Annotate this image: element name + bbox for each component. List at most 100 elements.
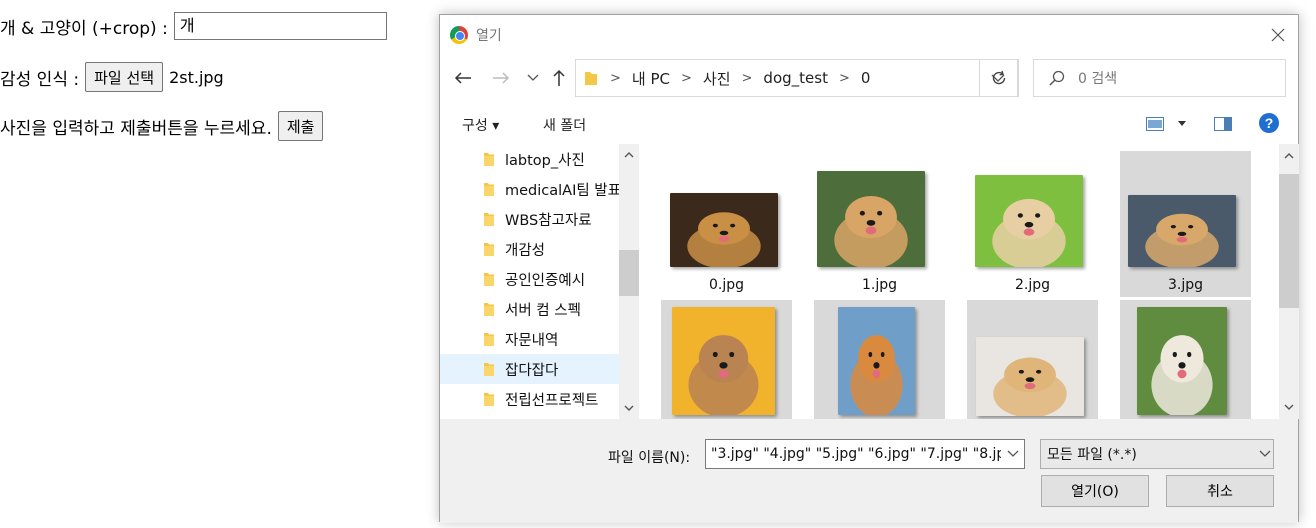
folder-icon	[484, 152, 494, 166]
scroll-down-icon[interactable]	[1283, 401, 1295, 413]
sidebar-item-label: 자문내역	[505, 332, 559, 349]
file-type-value: 모든 파일 (*.*)	[1047, 447, 1137, 463]
search-icon	[1049, 70, 1065, 86]
file-tile[interactable]: 3.jpg	[1120, 151, 1251, 297]
sidebar-item-label: 공인인증예시	[505, 272, 586, 289]
sidebar-item-label: 개감성	[505, 242, 546, 259]
sidebar-item[interactable]: WBS참고자료	[440, 204, 619, 234]
sidebar-item[interactable]: 전립선프로젝트	[440, 384, 619, 414]
emotion-row: 감성 인식 : 파일 선택 2st.jpg	[0, 62, 224, 92]
file-list: 0.jpg 1.jpg 2.jpg 3.jpg 4.jpg5.jpg6.jpg7.jpg	[639, 144, 1279, 419]
instruction-text: 사진을 입력하고 제출버튼을 누르세요.	[0, 118, 272, 139]
file-name-value: "3.jpg" "4.jpg" "5.jpg" "6.jpg" "7.jpg" …	[711, 446, 1001, 462]
dog-photo-thumbnail	[976, 337, 1084, 416]
sidebar-item-label: 전립선프로젝트	[505, 392, 599, 409]
file-name-label: 2.jpg	[1014, 277, 1051, 293]
sidebar-item[interactable]: labtop_사진	[440, 144, 619, 174]
file-tile[interactable]: 2.jpg	[967, 151, 1098, 297]
file-tile[interactable]: 0.jpg	[661, 151, 792, 297]
file-name-label: 파일 이름(N):	[608, 450, 691, 466]
breadcrumb-this-pc[interactable]: 내 PC	[632, 68, 670, 89]
breadcrumb-pictures[interactable]: 사진	[703, 68, 731, 89]
up-button[interactable]	[546, 65, 572, 91]
scroll-up-icon[interactable]	[1283, 150, 1295, 162]
file-name-input[interactable]: "3.jpg" "4.jpg" "5.jpg" "6.jpg" "7.jpg" …	[705, 439, 1025, 469]
dog-cat-label: 개 & 고양이 (+crop) :	[0, 18, 168, 39]
folder-icon	[484, 392, 494, 406]
forward-button[interactable]	[488, 65, 514, 91]
scrollbar-thumb[interactable]	[1279, 174, 1299, 308]
file-tile[interactable]: 5.jpg	[814, 300, 945, 419]
cancel-button[interactable]: 취소	[1166, 475, 1274, 507]
chevron-down-icon	[1259, 450, 1271, 457]
preview-pane-icon[interactable]	[1214, 117, 1232, 131]
file-tile[interactable]: 1.jpg	[814, 151, 945, 297]
back-button[interactable]	[450, 65, 476, 91]
folder-icon	[484, 272, 494, 286]
view-dropdown-icon[interactable]	[1178, 121, 1186, 127]
scroll-up-icon[interactable]	[623, 149, 635, 161]
refresh-button[interactable]	[979, 59, 1019, 97]
dialog-title: 열기	[476, 28, 502, 44]
sidebar-item[interactable]: medicalAI팀 발표	[440, 174, 619, 204]
folder-icon	[484, 332, 494, 346]
sidebar-item[interactable]: 잡다잡다	[440, 354, 619, 384]
file-name-label: 0.jpg	[708, 277, 745, 293]
address-bar[interactable]: > 내 PC > 사진 > dog_test > 0	[575, 59, 1018, 97]
sidebar-item-label: medicalAI팀 발표	[505, 182, 619, 199]
folder-icon	[484, 302, 494, 316]
open-button[interactable]: 열기(O)	[1041, 475, 1149, 507]
file-type-select[interactable]: 모든 파일 (*.*)	[1040, 439, 1274, 469]
refresh-icon	[992, 70, 1006, 85]
sidebar-item-label: 서버 컴 스펙	[505, 302, 581, 319]
scroll-down-icon[interactable]	[623, 402, 635, 414]
sidebar-item[interactable]: 공인인증예시	[440, 264, 619, 294]
folder-icon	[484, 242, 494, 256]
close-icon	[1271, 28, 1285, 42]
emotion-label: 감성 인식 :	[0, 69, 80, 90]
chevron-down-icon[interactable]	[1007, 450, 1019, 458]
file-tile[interactable]: 7.jpg	[1120, 300, 1251, 419]
chevron-down-icon	[527, 74, 539, 81]
search-placeholder: 0 검색	[1078, 71, 1118, 87]
folder-icon	[484, 362, 494, 376]
search-input[interactable]: 0 검색	[1033, 59, 1286, 97]
recent-locations-button[interactable]	[520, 65, 546, 91]
dog-cat-input[interactable]: 개	[173, 12, 387, 40]
help-icon[interactable]: ?	[1258, 112, 1280, 134]
forward-arrow-icon	[493, 72, 510, 84]
breadcrumb-separator-icon: >	[838, 70, 850, 86]
sidebar-item-label: WBS참고자료	[505, 212, 592, 229]
scrollbar-thumb[interactable]	[619, 250, 639, 296]
dog-photo-thumbnail	[1137, 307, 1227, 415]
dog-photo-thumbnail	[838, 307, 915, 415]
breadcrumb-separator-icon: >	[681, 70, 692, 86]
file-list-scrollbar[interactable]	[1279, 144, 1299, 419]
navigation-pane-scrollbar[interactable]	[619, 144, 639, 419]
new-folder-button[interactable]: 새 폴더	[543, 115, 586, 135]
file-name-label: 3.jpg	[1167, 277, 1204, 293]
sidebar-item-label: 잡다잡다	[505, 362, 559, 379]
folder-icon	[484, 212, 494, 226]
organize-menu[interactable]: 구성 ▾	[462, 115, 499, 135]
up-arrow-icon	[553, 69, 565, 86]
sidebar-item[interactable]: 자문내역	[440, 324, 619, 354]
sidebar-item[interactable]: 개감성	[440, 234, 619, 264]
breadcrumb-current-folder[interactable]: 0	[861, 69, 871, 87]
dog-photo-thumbnail	[672, 307, 775, 415]
choose-file-button[interactable]: 파일 선택	[85, 62, 164, 92]
dog-photo-thumbnail	[1128, 195, 1236, 267]
breadcrumb-dog-test[interactable]: dog_test	[763, 69, 828, 87]
file-tile[interactable]: 6.jpg	[967, 300, 1098, 419]
dog-photo-thumbnail	[817, 171, 925, 267]
sidebar-item[interactable]: 서버 컴 스펙	[440, 294, 619, 324]
view-options-icon[interactable]	[1146, 117, 1164, 131]
dialog-titlebar: 열기	[440, 15, 1298, 53]
close-button[interactable]	[1264, 21, 1292, 49]
svg-text:?: ?	[1265, 115, 1274, 131]
file-tile[interactable]: 4.jpg	[661, 300, 792, 419]
dialog-toolbar: 구성 ▾ 새 폴더 ?	[440, 107, 1298, 141]
submit-button[interactable]: 제출	[277, 111, 324, 141]
folder-icon	[585, 72, 597, 85]
chrome-icon	[450, 26, 468, 44]
